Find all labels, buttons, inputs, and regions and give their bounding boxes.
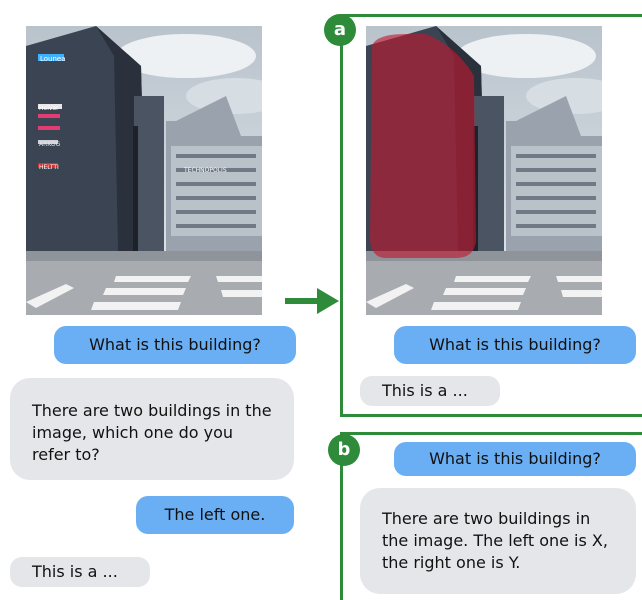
sign-lounea: Lounea (40, 55, 66, 63)
sign-heltti: HELTTI (39, 164, 59, 171)
panel-a-frame-top (340, 14, 642, 17)
panel-a-frame-bottom (340, 414, 642, 417)
panel-b-user-message: What is this building? (394, 442, 636, 476)
street-photo-left-graphic: Lounea Helvar ARKOG HELTTI TECHNOPOLIS (26, 26, 262, 315)
panel-a-user-message: What is this building? (394, 326, 636, 364)
left-bot-message-1: There are two buildings in the image, wh… (10, 378, 294, 480)
left-user-message-1: What is this building? (54, 326, 296, 364)
panel-a-bot-message: This is a ... (360, 376, 500, 406)
sign-helvar: Helvar (39, 105, 59, 112)
street-photo-left: Lounea Helvar ARKOG HELTTI TECHNOPOLIS (26, 26, 262, 315)
street-photo-panel-a-graphic (366, 26, 602, 315)
street-photo-panel-a (366, 26, 602, 315)
left-user-message-2: The left one. (136, 496, 294, 534)
left-bot-message-2: This is a ... (10, 557, 150, 587)
panel-a-badge: a (324, 14, 356, 46)
panel-b-frame-top (340, 432, 642, 435)
flow-arrow-icon (285, 288, 339, 314)
sign-technopolis: TECHNOPOLIS (183, 167, 227, 174)
panel-b-badge: b (328, 434, 360, 466)
panel-a-frame-left (340, 14, 343, 417)
left-building-highlight-mask (370, 34, 476, 258)
sign-arkog: ARKOG (39, 141, 61, 148)
panel-b-bot-message: There are two buildings in the image. Th… (360, 488, 636, 594)
